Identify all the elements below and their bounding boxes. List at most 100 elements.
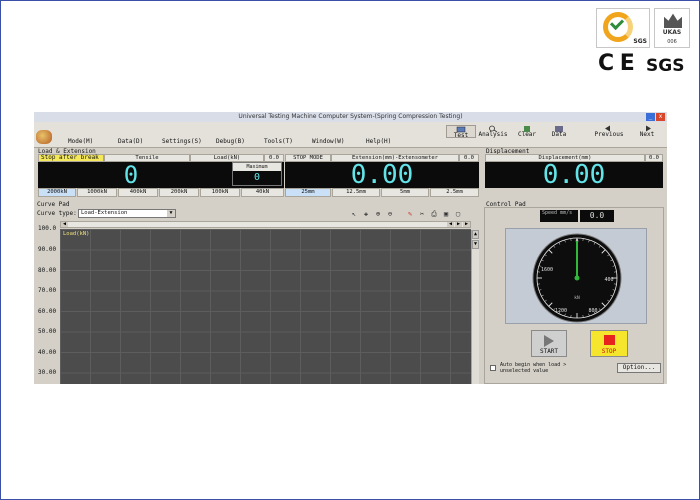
y-tick-label: 100.0 (38, 225, 57, 232)
menu-debug[interactable]: Debug(B) (216, 138, 245, 145)
extension-range-button[interactable]: 12.5mm (332, 188, 380, 197)
start-button[interactable]: START (531, 330, 567, 357)
y-tick-label: 40.00 (38, 349, 57, 356)
curve-plot-area[interactable]: Load(kN) (60, 229, 471, 384)
menu-tools[interactable]: Tools(T) (264, 138, 293, 145)
app-logo-icon (36, 130, 52, 144)
tensile-label: Tensile (104, 154, 190, 162)
auto-begin-checkbox[interactable] (490, 365, 496, 371)
menu-window[interactable]: Window(W) (312, 138, 345, 145)
pointer-icon[interactable]: ↖ (350, 210, 358, 218)
sgs-certification-logo: SGS (596, 8, 650, 48)
chevron-down-icon: ▼ (167, 210, 175, 217)
scroll-left-icon[interactable]: ◀ (447, 222, 454, 227)
load-range-button[interactable]: 200kN (159, 188, 199, 197)
window-icon[interactable]: ▢ (454, 210, 462, 218)
horizontal-scrollbar[interactable]: ◀ ◀ ▶ ▶ (60, 221, 471, 228)
vertical-scrollbar[interactable]: ▲ ▼ (471, 230, 479, 384)
gauge-tick-label: 800 (588, 308, 597, 314)
auto-begin-label: Auto begin when load > unselected value (500, 362, 567, 374)
certification-logos: SGS UKAS 006 C E SGS (596, 8, 692, 76)
displacement-value: 0.00 (542, 160, 606, 190)
sgs-logo-text: SGS (646, 56, 685, 76)
series-label: Load(kN) (63, 231, 90, 237)
menu-bar: Mode(M) Data(D) Settings(S) Debug(B) Too… (34, 122, 667, 148)
menu-help[interactable]: Help(H) (366, 138, 391, 145)
displacement-unit-value: 0.0 (645, 154, 663, 162)
next-button[interactable]: Next (632, 125, 662, 138)
load-range-button[interactable]: 400kN (118, 188, 158, 197)
ukas-logo: UKAS 006 (654, 8, 690, 48)
close-button[interactable]: x (656, 113, 665, 121)
menu-data[interactable]: Data(D) (118, 138, 143, 145)
image-icon[interactable]: ▣ (442, 210, 450, 218)
ukas-text: UKAS (662, 29, 682, 36)
print-icon[interactable]: ⎙ (430, 210, 438, 218)
window-title: Universal Testing Machine Computer Syste… (238, 113, 463, 120)
gauge-tick-label: 400 (604, 277, 613, 283)
gauge-tick-label: 1600 (541, 267, 553, 273)
extension-range-button[interactable]: 25mm (285, 188, 331, 197)
y-tick-label: 50.00 (38, 328, 57, 335)
scroll-left-icon[interactable]: ◀ (61, 222, 68, 227)
previous-button[interactable]: Previous (594, 125, 624, 138)
pen-icon[interactable]: ✎ (406, 210, 414, 218)
title-bar: Universal Testing Machine Computer Syste… (34, 112, 667, 122)
crown-icon (664, 13, 682, 28)
maximum-box: Maximum 0 (232, 162, 282, 186)
extension-range-button[interactable]: 5mm (381, 188, 429, 197)
extension-display: 0.00 (285, 162, 479, 188)
menu-settings[interactable]: Settings(S) (162, 138, 202, 145)
load-label: Load(kN) (190, 154, 264, 162)
stop-icon (604, 335, 615, 345)
extension-unit-value: 0.0 (459, 154, 479, 162)
clear-button[interactable]: Clear (512, 125, 542, 138)
scroll-right-icon[interactable]: ▶ (455, 222, 462, 227)
curve-type-label: Curve type: (37, 210, 77, 217)
start-label: START (539, 348, 559, 355)
scroll-down-icon[interactable]: ▼ (472, 240, 479, 249)
data-button[interactable]: Data (544, 125, 574, 138)
load-range-button[interactable]: 2000kN (38, 188, 76, 197)
load-range-button[interactable]: 1000kN (77, 188, 117, 197)
curve-type-value: Load-Extension (81, 210, 128, 216)
gauge-tick-label: 1200 (555, 308, 567, 314)
scroll-right-icon[interactable]: ▶ (463, 222, 470, 227)
analysis-button[interactable]: Analysis (478, 125, 508, 138)
ce-mark: C E (598, 51, 635, 76)
stop-after-break-toggle[interactable]: Stop after break (38, 154, 104, 162)
maximum-value: 0 (253, 172, 261, 183)
maximum-label: Maximum (233, 163, 281, 171)
play-icon (544, 335, 554, 347)
speed-value: 0.0 (580, 210, 614, 222)
test-button[interactable]: Test (446, 125, 476, 139)
extension-value: 0.00 (350, 160, 414, 190)
curve-type-select[interactable]: Load-Extension ▼ (78, 209, 176, 218)
zoom-in-icon[interactable]: ⊕ (374, 210, 382, 218)
scissors-icon[interactable]: ✂ (418, 210, 426, 218)
zoom-out-icon[interactable]: ⊖ (386, 210, 394, 218)
minimize-button[interactable]: _ (646, 113, 655, 121)
load-range-button[interactable]: 40kN (241, 188, 284, 197)
stop-mode-label: STOP MODE (285, 154, 331, 162)
menu-mode[interactable]: Mode(M) (68, 138, 93, 145)
y-tick-label: 90.00 (38, 246, 57, 253)
load-value: 0 (123, 161, 139, 189)
sgs-cert-text: SGS (633, 38, 647, 45)
load-gauge: 0 400 800 1200 1600 kN (532, 233, 622, 323)
stop-button[interactable]: STOP (590, 330, 628, 357)
load-range-button[interactable]: 100kN (200, 188, 240, 197)
displacement-display: 0.00 (485, 162, 663, 188)
y-tick-label: 80.00 (38, 267, 57, 274)
y-tick-label: 30.00 (38, 369, 57, 376)
scroll-up-icon[interactable]: ▲ (472, 230, 479, 239)
crosshair-icon[interactable]: ✚ (362, 210, 370, 218)
y-tick-label: 60.00 (38, 308, 57, 315)
extension-range-button[interactable]: 2.5mm (430, 188, 479, 197)
curve-pad-section-label: Curve Pad (37, 201, 70, 208)
y-tick-label: 70.00 (38, 287, 57, 294)
option-button[interactable]: Option... (617, 363, 661, 373)
application-window: Universal Testing Machine Computer Syste… (34, 112, 667, 384)
stop-label: STOP (601, 348, 617, 355)
load-unit-value: 0.0 (264, 154, 284, 162)
